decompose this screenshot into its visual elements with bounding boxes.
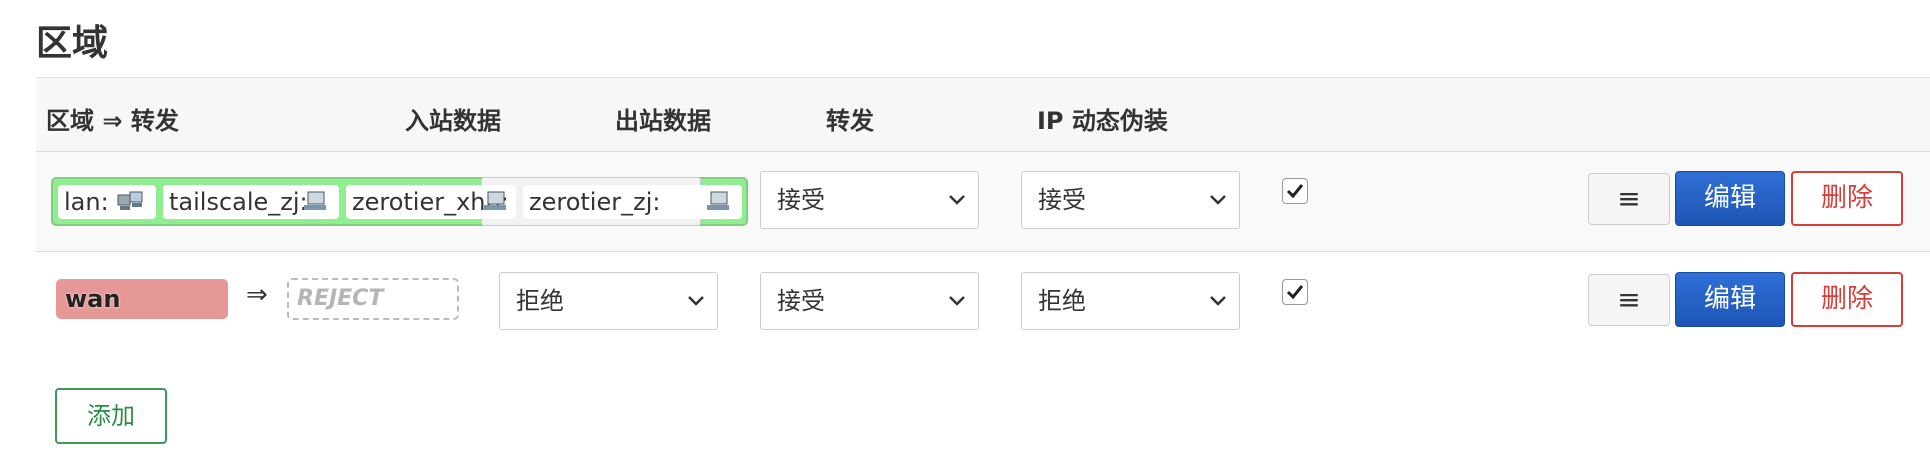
zone-chip-label: zerotier_zj: (529, 188, 661, 216)
output-policy-select[interactable]: 接受 (760, 272, 979, 330)
network-device-icon (707, 191, 729, 210)
header-zone-forward: 区域 ⇒ 转发 (46, 107, 179, 135)
output-policy-value: 接受 (777, 287, 825, 315)
masquerade-checkbox[interactable] (1282, 279, 1308, 305)
network-device-icon (484, 191, 506, 210)
zone-group-lan[interactable]: lan: tailscale_zj: zerotier_xhh: zerotie… (51, 177, 748, 226)
network-device-icon (304, 191, 326, 210)
zones-table: 区域 ⇒ 转发 入站数据 出站数据 转发 IP 动态伪装 lan: tailsc… (36, 77, 1930, 354)
zone-chip: tailscale_zj: (163, 185, 339, 219)
edit-button[interactable]: 编辑 (1675, 171, 1785, 226)
chevron-down-icon (949, 195, 965, 205)
reorder-button[interactable]: ≡ (1588, 173, 1670, 225)
forward-target: REJECT (287, 278, 459, 320)
add-zone-button[interactable]: 添加 (55, 388, 167, 444)
header-output: 出站数据 (615, 107, 711, 135)
output-policy-select[interactable]: 接受 (760, 171, 979, 229)
header-input: 入站数据 (405, 107, 501, 135)
forward-policy-value: 拒绝 (1038, 287, 1086, 315)
table-row: wan ⇒ REJECT 拒绝 接受 拒绝 ≡ 编辑 删除 (36, 252, 1930, 352)
header-forward: 转发 (826, 107, 874, 135)
delete-button[interactable]: 删除 (1791, 171, 1903, 226)
forward-policy-select[interactable]: 拒绝 (1021, 272, 1240, 330)
output-policy-value: 接受 (777, 186, 825, 214)
zone-chip-label: tailscale_zj: (169, 188, 308, 216)
zone-chip: zerotier_xhh: (346, 185, 516, 219)
edit-button[interactable]: 编辑 (1675, 272, 1785, 327)
network-device-icon (117, 191, 143, 210)
forward-arrow: ⇒ (246, 280, 268, 310)
chevron-down-icon (1210, 195, 1226, 205)
section-title: 区域 (36, 23, 109, 64)
chevron-down-icon (688, 296, 704, 306)
zone-chip: zerotier_zj: (523, 185, 742, 219)
zone-chip-label: lan: (64, 188, 109, 216)
chevron-down-icon (1210, 296, 1226, 306)
check-icon (1286, 184, 1304, 199)
check-icon (1286, 285, 1304, 300)
reorder-button[interactable]: ≡ (1588, 274, 1670, 326)
header-masquerade: IP 动态伪装 (1037, 107, 1168, 135)
forward-policy-select[interactable]: 接受 (1021, 171, 1240, 229)
input-policy-value: 拒绝 (516, 287, 564, 315)
delete-button[interactable]: 删除 (1791, 272, 1903, 327)
input-policy-select[interactable]: 拒绝 (499, 272, 718, 330)
zone-badge-wan[interactable]: wan (56, 279, 228, 319)
table-row: lan: tailscale_zj: zerotier_xhh: zerotie… (36, 152, 1930, 252)
forward-policy-value: 接受 (1038, 186, 1086, 214)
masquerade-checkbox[interactable] (1282, 178, 1308, 204)
zone-chip: lan: (58, 185, 156, 219)
chevron-down-icon (949, 296, 965, 306)
table-header: 区域 ⇒ 转发 入站数据 出站数据 转发 IP 动态伪装 (36, 78, 1930, 152)
